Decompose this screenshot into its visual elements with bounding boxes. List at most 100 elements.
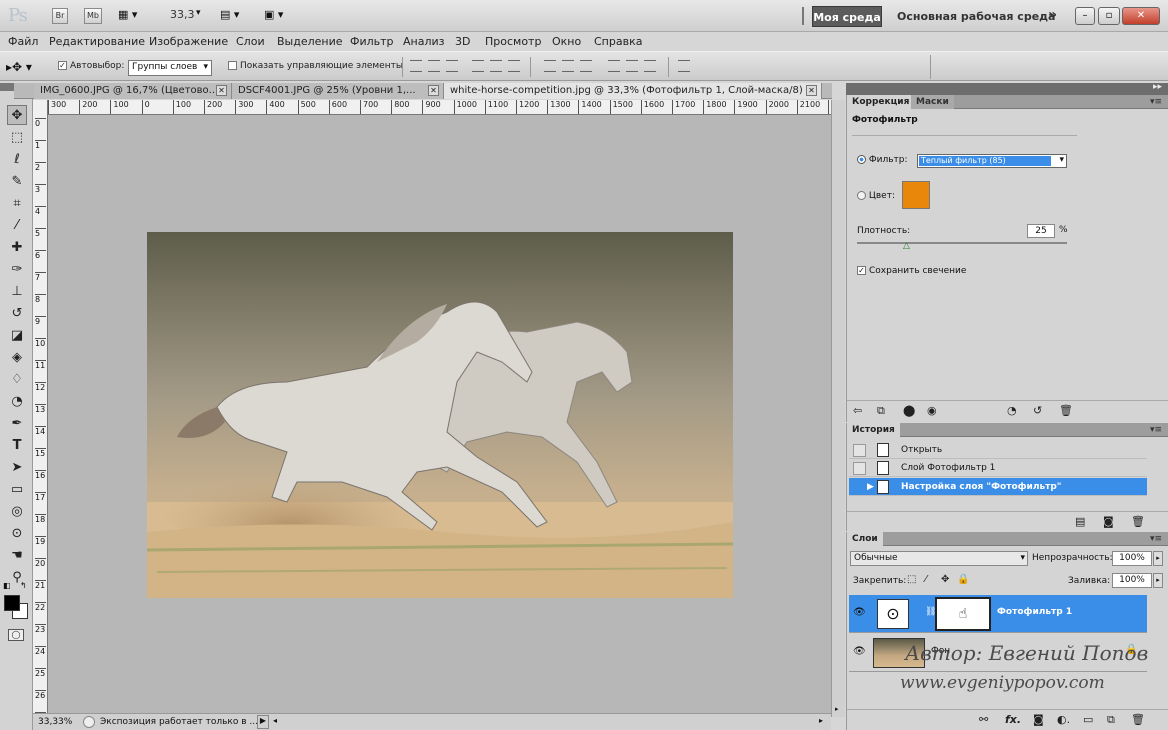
layer-row-photofilter[interactable]: 👁 ⊙ ⛓ ☝ Фотофильтр 1 (849, 595, 1147, 633)
align-right-icon[interactable] (508, 60, 520, 72)
hscroll-left-icon[interactable]: ◂ (273, 716, 277, 725)
background-layer-thumbnail[interactable] (873, 638, 925, 668)
density-slider-thumb[interactable]: △ (903, 241, 910, 251)
view-previous-icon[interactable]: ◔ (1007, 404, 1017, 417)
menu-select[interactable]: Выделение (277, 35, 343, 48)
status-zoom[interactable]: 33,33% (38, 717, 72, 727)
bridge-button[interactable]: Br (52, 8, 68, 24)
close-icon[interactable]: ✕ (428, 85, 439, 96)
filter-dropdown[interactable]: Теплый фильтр (85) ▾ (917, 154, 1067, 168)
maximize-button[interactable]: ▫ (1098, 7, 1120, 25)
align-bottom-icon[interactable] (446, 60, 458, 72)
color-radio[interactable]: Цвет: (857, 191, 895, 201)
history-item-selected[interactable]: ▶ Настройка слоя "Фотофильтр" (849, 478, 1147, 496)
hand-tool-icon[interactable]: ☚ (7, 546, 27, 566)
snapshot-icon[interactable]: ◙ (1103, 515, 1114, 528)
ruler-horizontal[interactable]: 300 200 100 0 100 200 300 400 500 600 700 800 900 100… (48, 100, 831, 115)
align-hcenter-icon[interactable] (490, 60, 502, 72)
tab-img0600[interactable]: IMG_0600.JPG @ 16,7% (Цветово... ✕ (34, 83, 232, 99)
history-item[interactable]: Открыть (849, 441, 1147, 459)
eye-icon[interactable]: 👁 (853, 646, 866, 657)
arrange-documents-button[interactable]: ▤ ▾ (220, 8, 250, 21)
hscroll-right-icon[interactable]: ▸ (819, 716, 823, 725)
status-info-icon[interactable] (83, 716, 95, 728)
lock-all-icon[interactable]: 🔒 (957, 574, 969, 585)
dodge-tool-icon[interactable]: ◔ (7, 392, 27, 412)
menu-layer[interactable]: Слои (236, 35, 265, 48)
new-group-icon[interactable]: ▭ (1083, 713, 1093, 726)
trash-icon[interactable]: 🗑 (1131, 515, 1145, 528)
workspace-my[interactable]: Моя среда (812, 6, 882, 27)
history-brush-tool-icon[interactable]: ↺ (7, 304, 27, 324)
path-select-tool-icon[interactable]: ➤ (7, 458, 27, 478)
link-layers-icon[interactable]: ⚯ (979, 713, 988, 726)
clone-stamp-tool-icon[interactable]: ⊥ (7, 282, 27, 302)
more-workspaces-button[interactable]: » (1048, 7, 1057, 23)
zoom-dropdown-icon[interactable]: ▾ (196, 8, 201, 18)
mini-bridge-button[interactable]: Mb (84, 8, 102, 24)
fill-input[interactable]: 100% (1112, 573, 1152, 588)
scroll-arrow-icon[interactable]: ▸ (835, 705, 839, 713)
layer-row-background[interactable]: 👁 Фон 🔒 (849, 634, 1147, 672)
type-tool-icon[interactable]: T (7, 436, 27, 456)
distribute-right-icon[interactable] (644, 60, 656, 72)
close-icon[interactable]: ✕ (806, 85, 817, 96)
show-controls-checkbox[interactable]: Показать управляющие элементы (228, 61, 403, 71)
crop-tool-icon[interactable]: ⌗ (7, 194, 27, 214)
menu-edit[interactable]: Редактирование (49, 35, 145, 48)
close-icon[interactable]: ✕ (216, 85, 227, 96)
autoselect-checkbox[interactable]: ✓ Автовыбор: (58, 61, 124, 71)
filter-radio[interactable]: Фильтр: (857, 155, 908, 165)
distribute-bottom-icon[interactable] (580, 60, 592, 72)
auto-align-icon[interactable] (678, 60, 690, 72)
menu-3d[interactable]: 3D (455, 35, 470, 48)
new-layer-icon[interactable]: ⧉ (1107, 713, 1115, 727)
canvas-area[interactable] (48, 115, 831, 713)
density-slider-track[interactable] (857, 242, 1067, 244)
new-adjustment-layer-icon[interactable]: ◐. (1057, 713, 1070, 726)
back-arrow-icon[interactable]: ⇦ (853, 404, 862, 417)
eyedropper-tool-icon[interactable]: ⁄ (7, 216, 27, 236)
menu-file[interactable]: Файл (8, 35, 38, 48)
menu-image[interactable]: Изображение (149, 35, 228, 48)
align-top-icon[interactable] (410, 60, 422, 72)
eraser-tool-icon[interactable]: ◪ (7, 326, 27, 346)
move-tool-preset-icon[interactable]: ▸✥ ▾ (6, 60, 32, 74)
lock-pixels-icon[interactable]: ⁄ (925, 574, 927, 585)
tab-layers[interactable]: Слои (847, 532, 883, 546)
align-left-icon[interactable] (472, 60, 484, 72)
menu-help[interactable]: Справка (594, 35, 642, 48)
healing-brush-tool-icon[interactable]: ✚ (7, 238, 27, 258)
opacity-input[interactable]: 100% (1112, 551, 1152, 566)
workspace-essentials[interactable]: Основная рабочая среда (897, 10, 1055, 23)
horse-photo[interactable] (147, 232, 733, 598)
preserve-luminosity-checkbox[interactable]: ✓ Сохранить свечение (857, 266, 966, 276)
dock-collapse-icon[interactable]: ▸▸ (1153, 82, 1162, 92)
menu-filter[interactable]: Фильтр (350, 35, 394, 48)
paint-bucket-tool-icon[interactable]: ◈ (7, 348, 27, 368)
autoselect-dropdown[interactable]: Группы слоев ▾ (128, 60, 212, 76)
vertical-scrollbar[interactable]: ▸ (831, 100, 845, 717)
screen-mode-button[interactable]: ▣ ▾ (264, 8, 294, 21)
blur-tool-icon[interactable]: ♢ (7, 370, 27, 390)
menu-analysis[interactable]: Анализ (403, 35, 445, 48)
marquee-tool-icon[interactable]: ⬚ (7, 128, 27, 148)
foreground-color-swatch[interactable] (4, 595, 20, 611)
zoom-level[interactable]: 33,3 (170, 8, 195, 21)
new-document-from-state-icon[interactable]: ▤ (1075, 515, 1085, 528)
menu-window[interactable]: Окно (552, 35, 581, 48)
lock-transparency-icon[interactable]: ⬚ (907, 574, 916, 585)
pen-tool-icon[interactable]: ✒ (7, 414, 27, 434)
layer-name[interactable]: Фон (931, 646, 950, 656)
ruler-vertical[interactable]: 0 1 2 3 4 5 6 7 8 9 10 11 12 13 14 15 16 17 18 19 20 21 22 23 24… (33, 100, 48, 722)
trash-icon[interactable]: 🗑 (1131, 713, 1145, 726)
reset-icon[interactable]: ↺ (1033, 404, 1042, 417)
swap-colors-icon[interactable]: ↰ (20, 581, 27, 590)
panel-menu-icon[interactable]: ▾≡ (1150, 97, 1162, 107)
distribute-hcenter-icon[interactable] (626, 60, 638, 72)
lasso-tool-icon[interactable]: ℓ (7, 150, 27, 170)
minimize-button[interactable]: – (1075, 7, 1095, 25)
expand-view-icon[interactable]: ⧉ (877, 404, 885, 418)
history-item[interactable]: Слой Фотофильтр 1 (849, 459, 1147, 477)
panel-menu-icon[interactable]: ▾≡ (1150, 534, 1162, 544)
